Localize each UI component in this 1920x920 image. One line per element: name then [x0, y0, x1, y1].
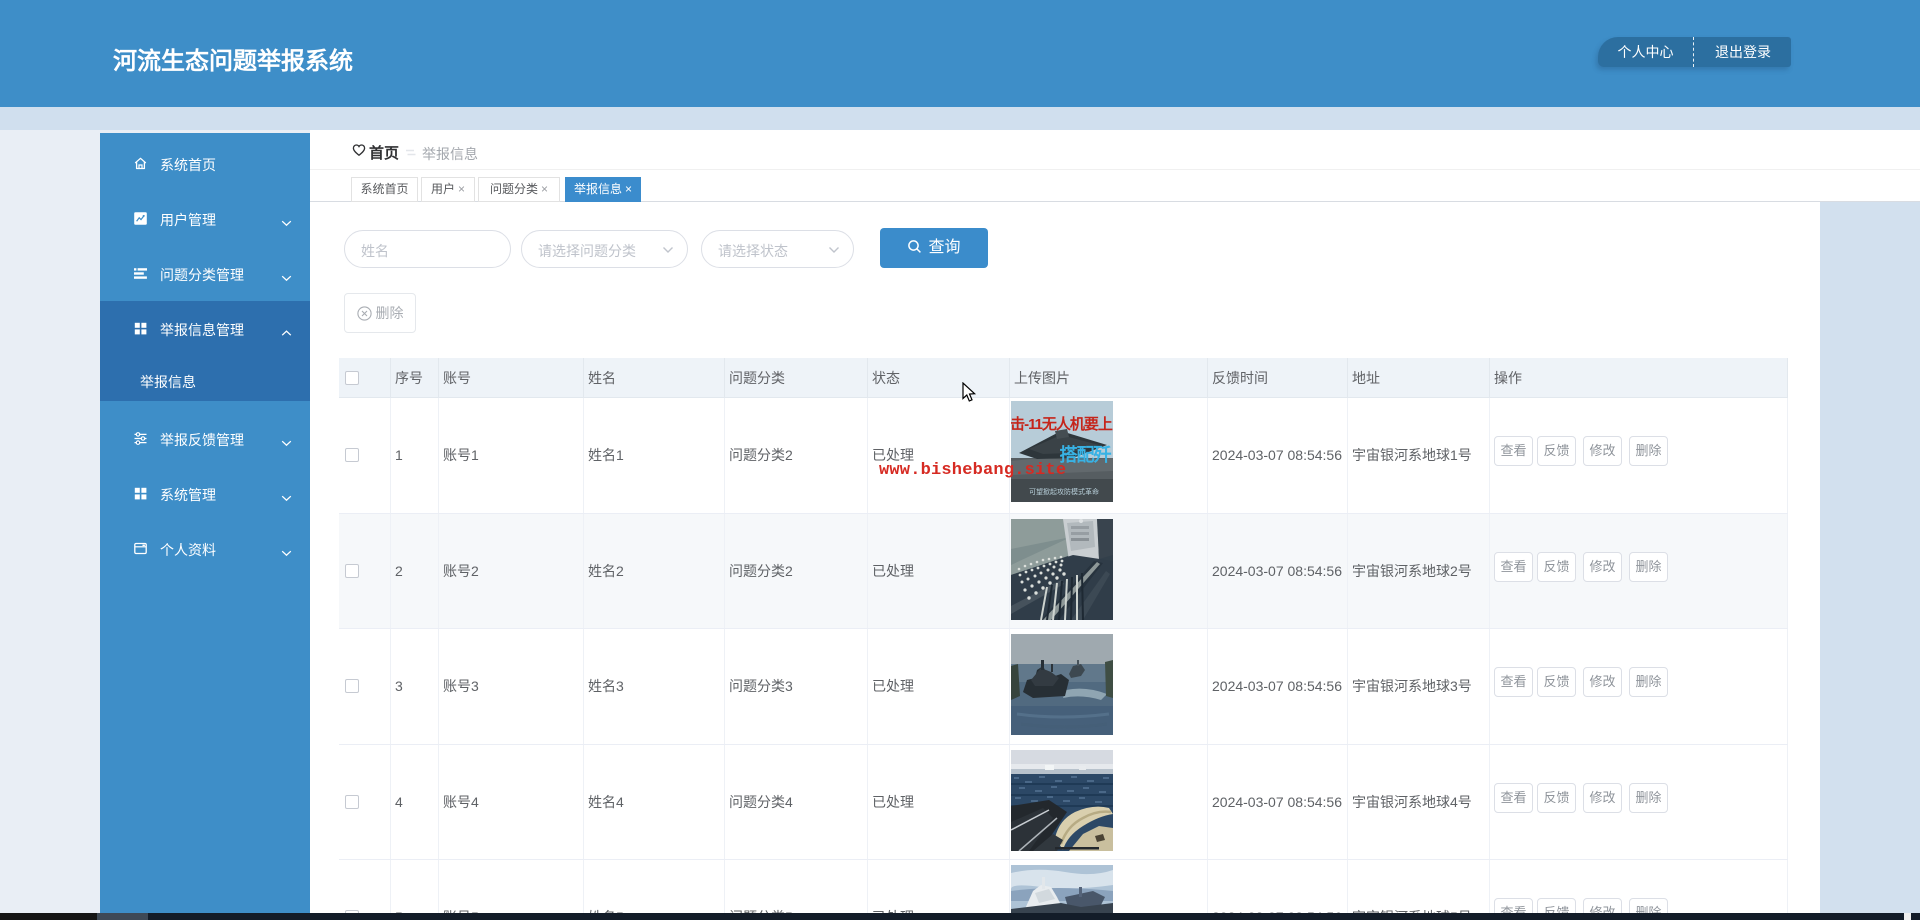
svg-text:可望掀起攻防模式革命: 可望掀起攻防模式革命: [1029, 487, 1099, 496]
svg-text:击-11无人机要上: 击-11无人机要上: [1011, 415, 1113, 433]
svg-text:搭配歼: 搭配歼: [1060, 444, 1112, 465]
